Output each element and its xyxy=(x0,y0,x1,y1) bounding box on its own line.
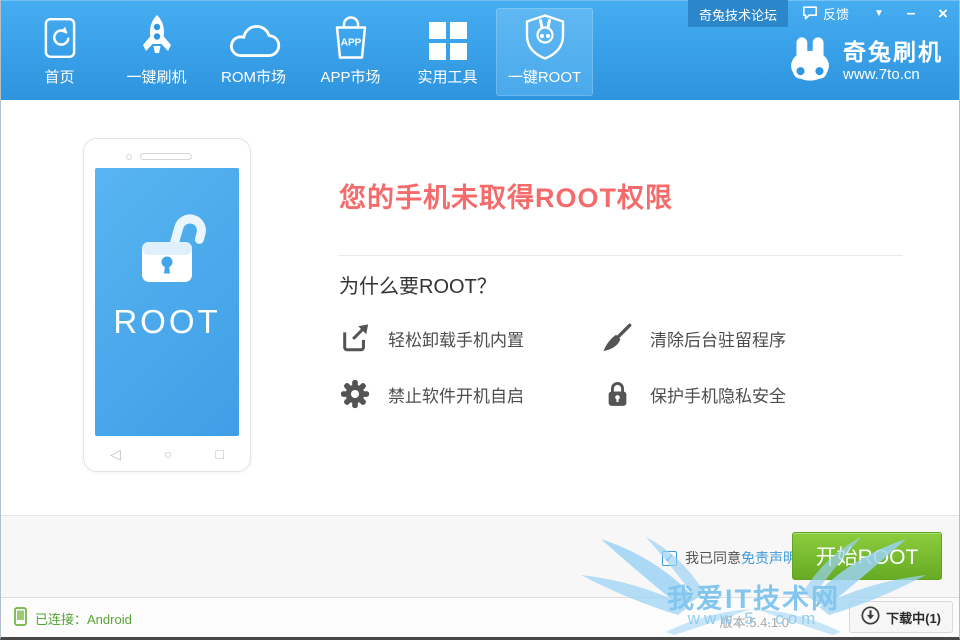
why-root-heading: 为什么要ROOT？ xyxy=(339,270,497,299)
tab-label: 一键刷机 xyxy=(126,66,186,87)
tab-label: APP市场 xyxy=(320,66,380,87)
window-controls: 奇兔技术论坛 反馈 ▼ – × xyxy=(688,0,959,27)
main-nav: 首页 一键刷机 ROM市场 APP APP市场 xyxy=(11,8,593,96)
download-label: 下载中(1) xyxy=(886,608,941,627)
chat-bubble-icon xyxy=(802,5,818,23)
android-back-icon: ◁ xyxy=(110,446,121,463)
app-logo: 奇兔刷机 www.7to.cn xyxy=(787,36,943,87)
logo-name: 奇兔刷机 xyxy=(843,40,943,65)
app-window: 首页 一键刷机 ROM市场 APP APP市场 xyxy=(0,0,960,640)
minimize-button[interactable]: – xyxy=(895,0,927,27)
agree-row: ✓ 我已同意免责声明 xyxy=(662,548,797,568)
feature-item: 清除后台驻留程序 xyxy=(601,310,899,366)
broom-icon xyxy=(601,323,633,353)
feature-label: 轻松卸载手机内置 xyxy=(388,326,524,351)
feedback-label: 反馈 xyxy=(823,4,849,23)
action-bar: ✓ 我已同意免责声明 开始ROOT xyxy=(1,515,959,597)
android-home-icon: ○ xyxy=(164,446,172,463)
agree-label: 我已同意免责声明 xyxy=(685,548,797,568)
connection-status: 已连接：Android xyxy=(14,607,132,629)
uninstall-icon xyxy=(339,323,371,353)
feature-label: 清除后台驻留程序 xyxy=(650,326,786,351)
tab-label: 实用工具 xyxy=(417,66,477,87)
close-button[interactable]: × xyxy=(927,0,959,27)
green-phone-icon xyxy=(14,607,27,629)
cloud-icon xyxy=(227,10,281,66)
start-root-button[interactable]: 开始ROOT xyxy=(792,532,942,580)
feature-item: 禁止软件开机自启 xyxy=(339,366,601,422)
tab-app-market[interactable]: APP APP市场 xyxy=(302,8,399,96)
phone-screen: ROOT xyxy=(95,168,239,436)
feature-item: 保护手机隐私安全 xyxy=(601,366,899,422)
phone-speaker-slot xyxy=(140,153,192,160)
disclaimer-link[interactable]: 免责声明 xyxy=(741,550,797,566)
header: 首页 一键刷机 ROM市场 APP APP市场 xyxy=(1,0,959,100)
app-bag-icon: APP xyxy=(331,10,371,66)
version-label: 版本:5.4.1.0 xyxy=(720,612,789,631)
feature-label: 保护手机隐私安全 xyxy=(650,382,786,407)
feature-label: 禁止软件开机自启 xyxy=(388,382,524,407)
rabbit-logo-icon xyxy=(787,36,833,87)
phone-root-label: ROOT xyxy=(113,303,220,341)
open-padlock-icon xyxy=(125,208,209,293)
shield-rabbit-icon xyxy=(523,10,567,66)
agree-checkbox[interactable]: ✓ xyxy=(662,551,677,566)
tab-tools[interactable]: 实用工具 xyxy=(399,8,496,96)
feature-list: 轻松卸载手机内置 清除后台驻留程序 禁止软件开机自启 保护手机隐私安全 xyxy=(339,310,899,422)
phone-camera-dot xyxy=(126,154,132,160)
tab-label: 一键ROOT xyxy=(508,66,581,87)
grid-squares-icon xyxy=(429,10,467,66)
forum-button[interactable]: 奇兔技术论坛 xyxy=(688,0,788,27)
tab-one-key-root[interactable]: 一键ROOT xyxy=(496,8,593,96)
rocket-icon xyxy=(139,10,175,66)
tab-label: 首页 xyxy=(44,66,74,87)
tab-label: ROM市场 xyxy=(221,66,286,87)
gear-icon xyxy=(339,379,371,409)
tab-flash[interactable]: 一键刷机 xyxy=(108,8,205,96)
status-bar: 已连接：Android 版本:5.4.1.0 下载中(1) xyxy=(1,597,959,637)
page-title: 您的手机未取得ROOT权限 xyxy=(339,176,673,215)
title-divider xyxy=(339,255,903,256)
logo-url: www.7to.cn xyxy=(843,66,943,83)
phone-illustration: ROOT ◁ ○ □ xyxy=(83,138,251,472)
connection-text: 已连接：Android xyxy=(35,609,132,628)
lock-icon xyxy=(601,379,633,409)
feedback-button[interactable]: 反馈 xyxy=(788,0,863,27)
svg-text:APP: APP xyxy=(340,38,361,49)
phone-nav-buttons: ◁ ○ □ xyxy=(94,446,240,463)
download-circle-icon xyxy=(861,606,880,628)
android-recent-icon: □ xyxy=(216,446,224,463)
dropdown-menu-button[interactable]: ▼ xyxy=(863,0,895,27)
feature-item: 轻松卸载手机内置 xyxy=(339,310,601,366)
home-phone-refresh-icon xyxy=(44,10,76,66)
tab-rom-market[interactable]: ROM市场 xyxy=(205,8,302,96)
tab-home[interactable]: 首页 xyxy=(11,8,108,96)
main-content: ROOT ◁ ○ □ 您的手机未取得ROOT权限 为什么要ROOT？ 轻松卸载手… xyxy=(1,100,959,515)
download-button[interactable]: 下载中(1) xyxy=(849,601,953,633)
logo-text: 奇兔刷机 www.7to.cn xyxy=(843,40,943,82)
